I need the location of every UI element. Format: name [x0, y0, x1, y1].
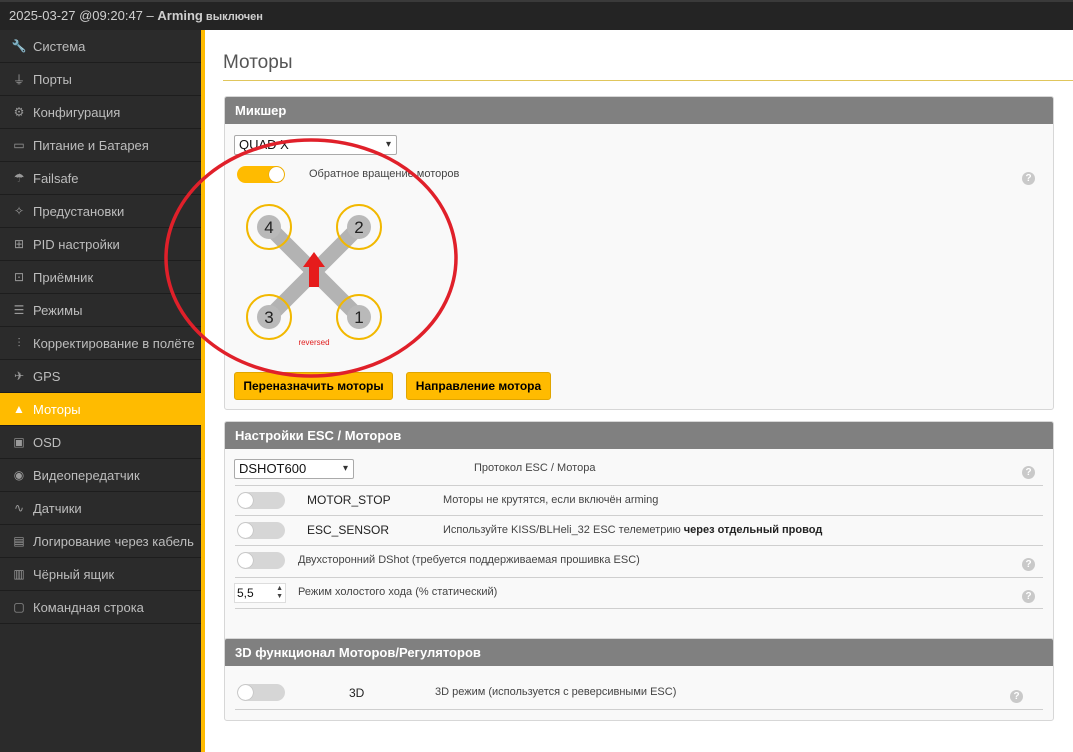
toggle-knob	[238, 523, 253, 538]
gear-icon: ⚙	[13, 105, 25, 119]
idle-throttle-input[interactable]: 5,5 ▲ ▼	[234, 583, 286, 603]
toggle-knob	[238, 685, 253, 700]
row-divider	[235, 608, 1043, 609]
help-icon[interactable]: ?	[1022, 590, 1035, 603]
sidebar-item-label: Приёмник	[33, 269, 94, 285]
sidebar-item-label: Чёрный ящик	[33, 566, 115, 582]
status-bar: 2025-03-27 @09:20:47 – Arming выключен	[0, 0, 1073, 30]
3d-mode-name: 3D	[349, 686, 365, 700]
3d-panel-header: 3D функционал Моторов/Регуляторов	[225, 639, 1053, 666]
esc-sensor-description: Используйте KISS/BLHeli_32 ESC телеметри…	[443, 524, 822, 536]
sidebar-item-label: Порты	[33, 71, 72, 87]
wrench-icon: 🔧	[11, 39, 27, 53]
help-icon[interactable]: ?	[1022, 466, 1035, 479]
parachute-icon: ☂	[13, 171, 25, 185]
esc-protocol-select[interactable]: DSHOT600 ▾	[234, 459, 354, 479]
motor-stop-name: MOTOR_STOP	[307, 493, 391, 507]
row-divider	[235, 545, 1043, 546]
main-content: Моторы Микшер QUAD X ▾ Обратное вращение…	[164, 30, 1073, 752]
bidirectional-dshot-label: Двухсторонний DShot (требуется поддержив…	[298, 554, 640, 566]
sidebar-item-logging[interactable]: ▤ Логирование через кабель	[0, 525, 201, 558]
esc-sensor-desc-bold: через отдельный провод	[683, 524, 823, 536]
sidebar-item-blackbox[interactable]: ▥ Чёрный ящик	[0, 558, 201, 591]
esc-sensor-toggle[interactable]	[237, 522, 285, 539]
page-title: Моторы	[223, 52, 293, 73]
sidebar-item-ports[interactable]: ⏚ Порты	[0, 63, 201, 96]
esc-protocol-value: DSHOT600	[239, 461, 307, 476]
motor-stop-toggle[interactable]	[237, 492, 285, 509]
help-icon[interactable]: ?	[1022, 172, 1035, 185]
sidebar-item-label: Логирование через кабель	[33, 533, 194, 549]
esc-protocol-label: Протокол ESC / Мотора	[474, 462, 596, 474]
plug-icon: ⏚	[12, 72, 25, 87]
spinner-arrows-icon[interactable]: ▲ ▼	[276, 585, 283, 601]
magic-wand-icon: ✧	[13, 204, 25, 218]
idle-throttle-value: 5,5	[237, 586, 254, 600]
row-divider	[235, 515, 1043, 516]
esc-panel-header: Настройки ESC / Моторов	[225, 422, 1053, 449]
sidebar-item-label: Режимы	[33, 302, 83, 318]
sidebar-item-sensors[interactable]: ∿ Датчики	[0, 492, 201, 525]
cable-log-icon: ▤	[13, 534, 25, 548]
sidebar-item-label: Видеопередатчик	[33, 467, 140, 483]
sidebar-item-label: Командная строка	[33, 599, 144, 615]
sidebar-item-configuration[interactable]: ⚙ Конфигурация	[0, 96, 201, 129]
3d-mode-description: 3D режим (используется с реверсивными ES…	[435, 686, 677, 698]
sidebar-item-label: Предустановки	[33, 203, 125, 219]
esc-sensor-desc-text: Используйте KISS/BLHeli_32 ESC телеметри…	[443, 524, 684, 536]
toggle-knob	[238, 553, 253, 568]
title-underline	[223, 80, 1073, 81]
pulse-icon: ∿	[13, 501, 25, 515]
sliders-icon: ⫶	[17, 335, 21, 350]
toggle-knob	[238, 493, 253, 508]
sidebar-item-vtx[interactable]: ◉ Видеопередатчик	[0, 459, 201, 492]
osd-icon: ▣	[13, 435, 25, 449]
bidirectional-dshot-toggle[interactable]	[237, 552, 285, 569]
motor-icon: ▲	[13, 402, 25, 416]
sidebar-item-label: Failsafe	[33, 170, 79, 186]
modes-icon: ☰	[13, 303, 25, 317]
sidebar-item-label: OSD	[33, 434, 62, 450]
sidebar-item-label: Моторы	[33, 401, 81, 417]
annotation-circle	[164, 138, 458, 378]
sidebar-item-label: Датчики	[33, 500, 82, 516]
mixer-panel-header: Микшер	[225, 97, 1053, 124]
row-divider	[235, 485, 1043, 486]
sidebar-item-cli[interactable]: ▢ Командная строка	[0, 591, 201, 624]
3d-mode-toggle[interactable]	[237, 684, 285, 701]
sidebar-item-label: GPS	[33, 368, 61, 384]
sidebar-item-label: Питание и Батарея	[33, 137, 149, 153]
sidebar-item-label: Конфигурация	[33, 104, 121, 120]
sidebar-item-label: Система	[33, 38, 86, 54]
blackbox-icon: ▥	[13, 567, 25, 581]
help-icon[interactable]: ?	[1010, 690, 1023, 703]
chevron-down-icon: ▾	[342, 463, 348, 474]
help-icon[interactable]: ?	[1022, 558, 1035, 571]
pid-tree-icon: ⊞	[13, 237, 25, 251]
status-timestamp: 2025-03-27 @09:20:47 –	[9, 8, 158, 23]
sidebar-item-label: PID настройки	[33, 236, 120, 252]
motor-stop-description: Моторы не крутятся, если включён arming	[443, 494, 659, 506]
terminal-icon: ▢	[13, 600, 25, 614]
3d-panel: 3D функционал Моторов/Регуляторов 3D 3D …	[224, 638, 1054, 721]
arming-state: выключен	[202, 11, 263, 23]
sidebar-item-setup[interactable]: 🔧 Система	[0, 30, 201, 63]
broadcast-icon: ◉	[13, 468, 25, 482]
esc-sensor-name: ESC_SENSOR	[307, 523, 390, 537]
sidebar-item-osd[interactable]: ▣ OSD	[0, 426, 201, 459]
idle-throttle-label: Режим холостого хода (% статический)	[298, 586, 498, 598]
row-divider	[235, 577, 1043, 578]
battery-icon: ▭	[13, 138, 25, 152]
remote-control-icon: ⊡	[13, 270, 25, 284]
arming-label: Arming	[157, 8, 203, 23]
satellite-icon: ✈	[13, 369, 25, 383]
row-divider	[235, 709, 1043, 710]
esc-panel: Настройки ESC / Моторов DSHOT600 ▾ Прото…	[224, 421, 1054, 654]
